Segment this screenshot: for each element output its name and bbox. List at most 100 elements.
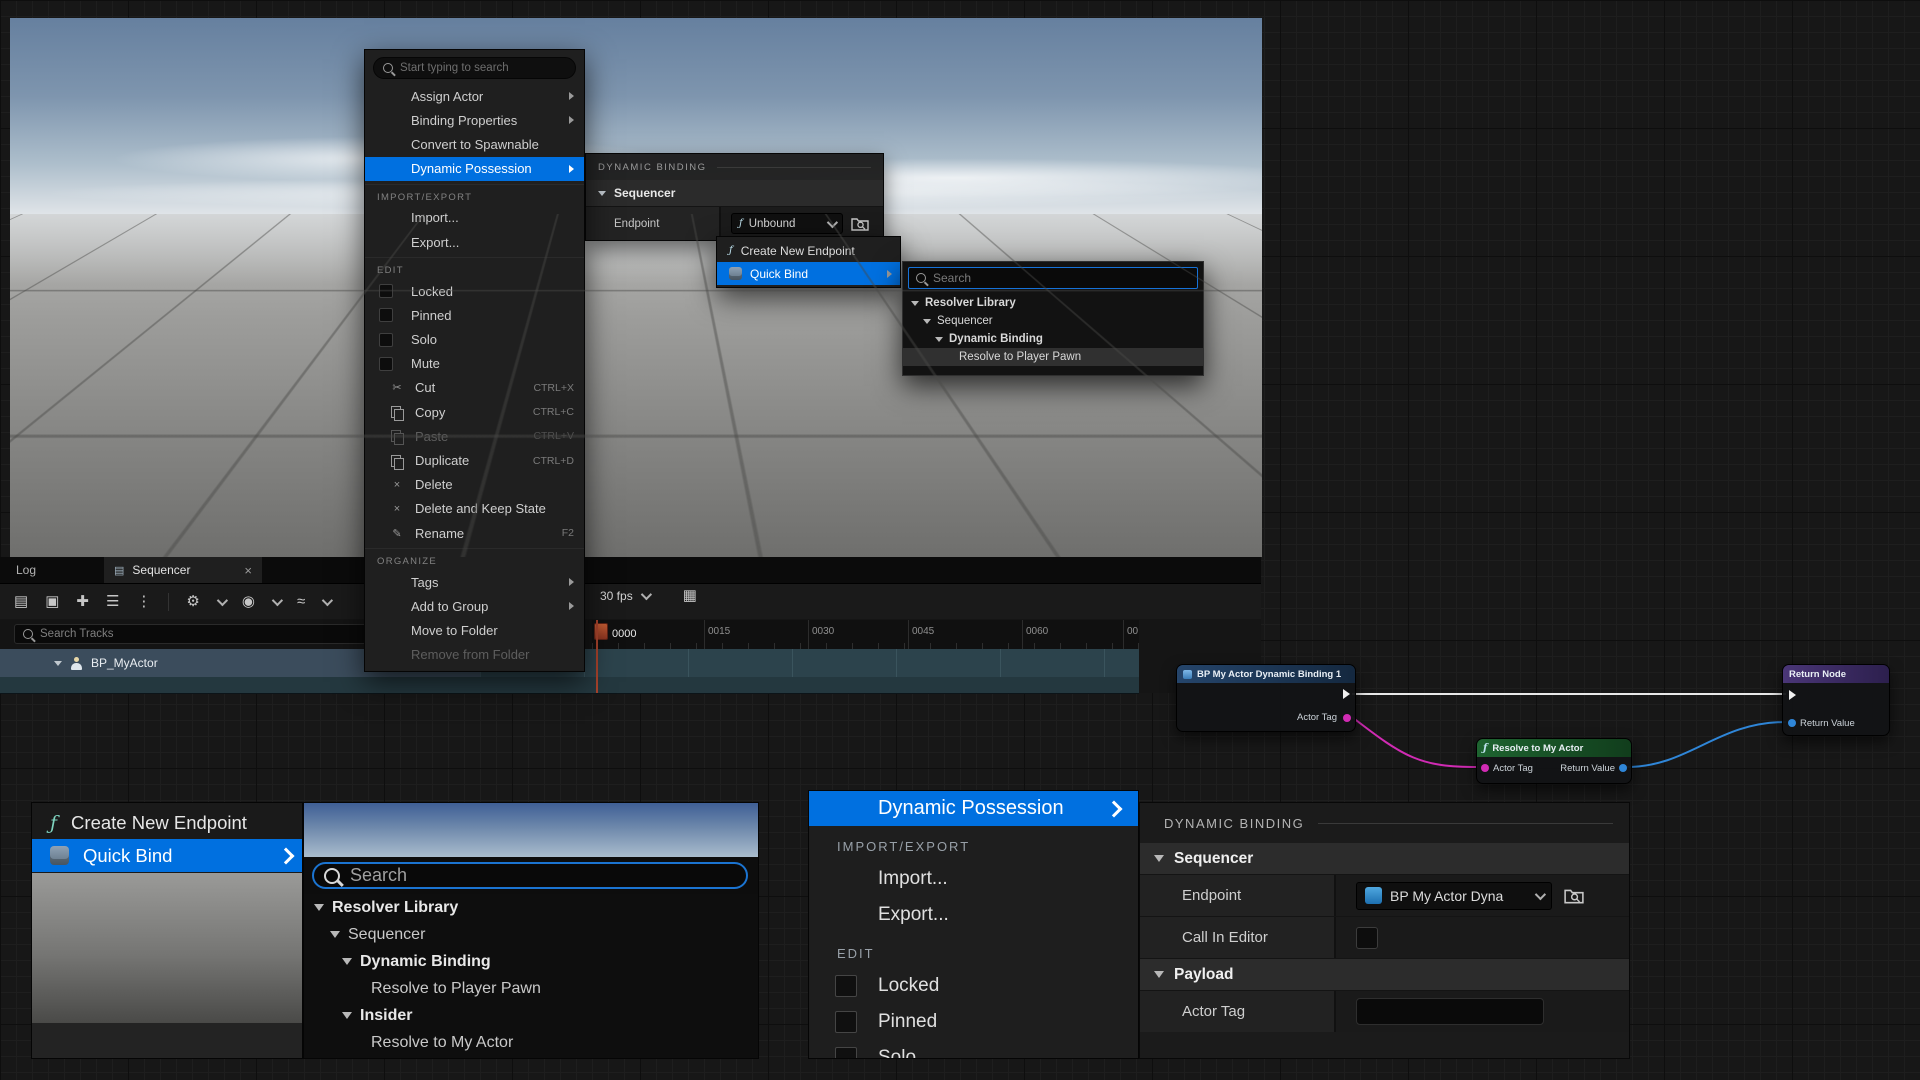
menu-item-mute[interactable]: Mute	[365, 352, 584, 376]
actor-icon	[70, 657, 83, 670]
menu-item-export[interactable]: Export...	[809, 897, 1138, 933]
create-camera-icon[interactable]: ▣	[45, 594, 59, 609]
tree-item-resolver-library[interactable]: Resolver Library	[903, 294, 1203, 312]
collapse-triangle-icon[interactable]	[1154, 971, 1164, 978]
actor-tag-input-pin[interactable]	[1481, 764, 1489, 772]
collapse-triangle-icon[interactable]	[1154, 855, 1164, 862]
view-options-eye-icon[interactable]: ◉	[242, 594, 255, 609]
solo-checkbox[interactable]	[835, 1047, 857, 1059]
menu-item-quick-bind[interactable]: Quick Bind	[32, 839, 302, 872]
endpoint-dropdown[interactable]: BP My Actor Dyna	[1356, 882, 1552, 910]
menu-item-delete[interactable]: ×Delete	[365, 473, 584, 497]
outliner-columns-icon[interactable]: ☰	[106, 594, 119, 609]
collapse-triangle-icon[interactable]	[911, 301, 919, 306]
payload-section-row[interactable]: Payload	[1140, 958, 1629, 990]
locked-checkbox[interactable]	[379, 284, 393, 298]
menu-item-cut[interactable]: ✂CutCTRL+X	[365, 376, 584, 400]
expand-triangle-icon[interactable]	[54, 661, 62, 666]
more-options-icon[interactable]: ⋮	[136, 594, 151, 609]
pinned-checkbox[interactable]	[835, 1011, 857, 1033]
collapse-triangle-icon[interactable]	[314, 904, 324, 911]
menu-search-input[interactable]: Start typing to search	[373, 57, 576, 79]
actor-tag-output-pin[interactable]	[1343, 714, 1351, 722]
tree-item-resolve-to-player-pawn[interactable]: Resolve to Player Pawn	[903, 348, 1203, 366]
menu-item-delete-keep-state[interactable]: ×Delete and Keep State	[365, 497, 584, 521]
timeline-range-band[interactable]	[0, 677, 1139, 694]
menu-item-create-new-endpoint[interactable]: ƒ Create New Endpoint	[717, 239, 900, 262]
tree-item-dynamic-binding[interactable]: Dynamic Binding	[903, 330, 1203, 348]
menu-item-pinned[interactable]: Pinned	[365, 303, 584, 327]
playback-options-icon[interactable]: ≈	[297, 594, 305, 609]
browse-icon[interactable]	[1564, 887, 1584, 905]
endpoint-value: BP My Actor Dyna	[1390, 888, 1527, 904]
return-value-input-pin[interactable]	[1788, 719, 1796, 727]
menu-item-create-new-endpoint[interactable]: ƒ Create New Endpoint	[32, 806, 302, 839]
menu-item-binding-properties[interactable]: Binding Properties	[365, 108, 584, 132]
quick-bind-search-input[interactable]: Search	[312, 862, 748, 889]
browse-icon[interactable]	[851, 216, 869, 232]
locked-checkbox[interactable]	[835, 975, 857, 997]
sequencer-section-row[interactable]: Sequencer	[586, 180, 883, 206]
section-header-edit: EDIT	[809, 933, 1138, 968]
collapse-triangle-icon[interactable]	[342, 1012, 352, 1019]
save-icon[interactable]: ▤	[14, 594, 28, 609]
time-ruler[interactable]: 0000 0015 0030 0045 0060 00	[592, 620, 1139, 649]
tree-item-sequencer[interactable]: Sequencer	[304, 921, 758, 948]
solo-checkbox[interactable]	[379, 333, 393, 347]
return-value-output-pin[interactable]	[1619, 764, 1627, 772]
menu-item-export[interactable]: Export...	[365, 230, 584, 254]
menu-item-quick-bind[interactable]: Quick Bind	[717, 262, 900, 285]
collapse-triangle-icon[interactable]	[598, 191, 606, 196]
exec-output-pin[interactable]	[1343, 689, 1350, 699]
curve-editor-icon[interactable]: ▦	[683, 588, 697, 603]
tab-log[interactable]: Log	[0, 557, 112, 583]
actor-tag-input[interactable]	[1356, 998, 1544, 1025]
tab-sequencer[interactable]: ▤ Sequencer ×	[104, 557, 262, 583]
tree-item-insider[interactable]: Insider	[304, 1002, 758, 1029]
fps-dropdown[interactable]: 30 fps ▦	[600, 588, 697, 603]
menu-item-duplicate[interactable]: DuplicateCTRL+D	[365, 448, 584, 472]
menu-item-solo[interactable]: Solo	[809, 1040, 1138, 1059]
menu-item-add-to-group[interactable]: Add to Group	[365, 594, 584, 618]
node-dynamic-binding[interactable]: BP My Actor Dynamic Binding 1 Actor Tag	[1176, 664, 1356, 732]
menu-item-pinned[interactable]: Pinned	[809, 1004, 1138, 1040]
ruler-tick	[1022, 620, 1023, 649]
menu-item-tags[interactable]: Tags	[365, 570, 584, 594]
menu-item-convert-to-spawnable[interactable]: Convert to Spawnable	[365, 132, 584, 156]
menu-item-import[interactable]: Import...	[809, 861, 1138, 897]
tree-item-resolve-to-my-actor[interactable]: Resolve to My Actor	[304, 1029, 758, 1056]
mute-checkbox[interactable]	[379, 357, 393, 371]
node-return[interactable]: Return Node Return Value	[1782, 664, 1890, 736]
tree-item-resolver-library[interactable]: Resolver Library	[304, 894, 758, 921]
menu-item-move-to-folder[interactable]: Move to Folder	[365, 619, 584, 643]
menu-item-locked[interactable]: Locked	[365, 279, 584, 303]
actions-gear-icon[interactable]: ⚙	[186, 594, 199, 609]
tree-item-resolve-to-player-pawn[interactable]: Resolve to Player Pawn	[304, 975, 758, 1002]
endpoint-dropdown[interactable]: ƒ Unbound	[731, 213, 843, 234]
tree-item-dynamic-binding[interactable]: Dynamic Binding	[304, 948, 758, 975]
menu-item-import[interactable]: Import...	[365, 206, 584, 230]
menu-item-solo[interactable]: Solo	[365, 328, 584, 352]
collapse-triangle-icon[interactable]	[923, 319, 931, 324]
menu-item-dynamic-possession[interactable]: Dynamic Possession	[365, 157, 584, 181]
collapse-triangle-icon[interactable]	[342, 958, 352, 965]
menu-item-copy[interactable]: CopyCTRL+C	[365, 400, 584, 424]
playhead-time: 0000	[612, 628, 636, 640]
search-placeholder: Search	[350, 865, 407, 886]
sequencer-section-row[interactable]: Sequencer	[1140, 843, 1629, 874]
tab-close-icon[interactable]: ×	[244, 563, 252, 578]
quick-bind-search-input[interactable]: Search	[908, 267, 1198, 289]
node-resolve-to-my-actor[interactable]: ƒ Resolve to My Actor Actor Tag Return V…	[1476, 738, 1632, 784]
collapse-triangle-icon[interactable]	[935, 337, 943, 342]
menu-item-dynamic-possession[interactable]: Dynamic Possession	[809, 791, 1138, 826]
pinned-checkbox[interactable]	[379, 308, 393, 322]
menu-item-rename[interactable]: ✎RenameF2	[365, 521, 584, 545]
tree-item-sequencer[interactable]: Sequencer	[903, 312, 1203, 330]
exec-input-pin[interactable]	[1789, 690, 1796, 700]
menu-item-assign-actor[interactable]: Assign Actor	[365, 84, 584, 108]
add-track-icon[interactable]: ✚	[76, 594, 89, 609]
menu-item-locked[interactable]: Locked	[809, 968, 1138, 1004]
collapse-triangle-icon[interactable]	[330, 931, 340, 938]
call-in-editor-checkbox[interactable]	[1356, 927, 1378, 949]
playhead-line[interactable]	[596, 620, 598, 693]
